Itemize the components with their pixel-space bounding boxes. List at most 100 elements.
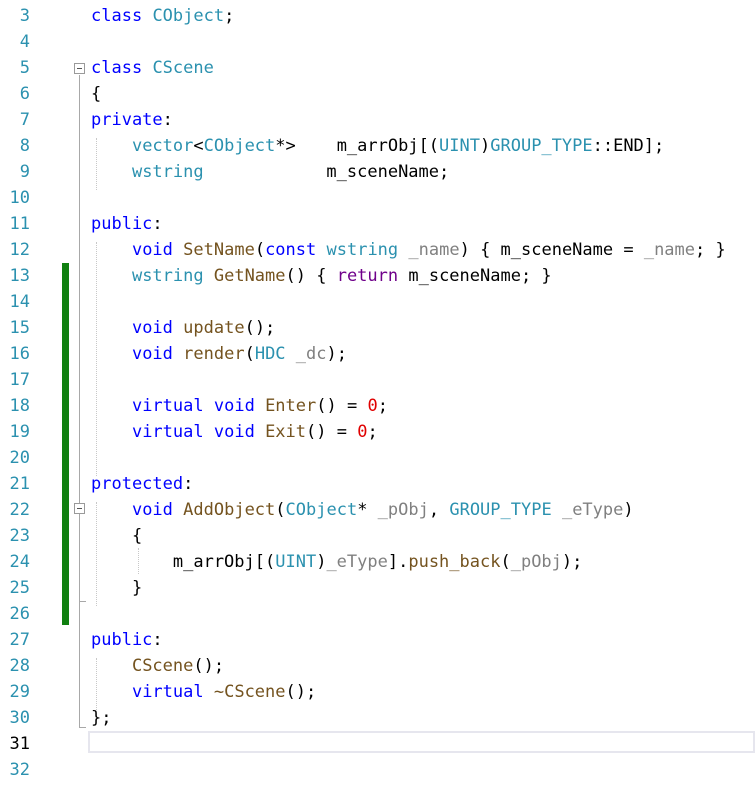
code-token: *: [357, 500, 378, 520]
code-line[interactable]: void render(HDC _dc);: [91, 341, 347, 367]
code-token: private: [91, 110, 163, 130]
code-token: ::END];: [592, 136, 665, 156]
code-token: () =: [316, 396, 368, 416]
code-token: virtual: [131, 682, 204, 702]
line-number: 14: [9, 292, 30, 312]
code-token: _eType: [326, 552, 388, 572]
current-line-highlight: [88, 731, 755, 753]
code-line[interactable]: wstring GetName() { return m_sceneName; …: [91, 263, 552, 289]
line-number: 8: [19, 136, 30, 156]
code-token: vector: [131, 136, 194, 156]
code-token: ;: [377, 396, 388, 416]
code-line[interactable]: public:: [91, 211, 163, 237]
line-number: 11: [9, 214, 30, 234]
code-token: protected: [91, 474, 184, 494]
code-token: public: [91, 214, 153, 234]
code-token: 0: [357, 422, 368, 442]
code-token: <: [193, 136, 204, 156]
code-token: _dc: [295, 344, 327, 364]
code-line[interactable]: m_arrObj[(UINT)_eType].push_back(_pObj);: [91, 549, 583, 575]
line-number: 16: [9, 344, 30, 364]
code-token: CObject: [285, 500, 358, 520]
code-token: (: [275, 500, 286, 520]
code-line[interactable]: wstring m_sceneName;: [91, 159, 449, 185]
code-token: push_back: [408, 552, 501, 572]
code-token: m_sceneName;: [203, 162, 450, 182]
code-token: GROUP_TYPE: [490, 136, 593, 156]
code-line[interactable]: };: [91, 705, 111, 731]
code-token: render: [183, 344, 245, 364]
code-line[interactable]: {: [91, 81, 101, 107]
code-token: () {: [285, 266, 337, 286]
line-number: 17: [9, 370, 30, 390]
code-editor[interactable]: 3 4 5 6 7 8 9 10 11 12 13 14 15 16 17 18 19 20 21 22 23 24 25 2…: [0, 0, 755, 785]
code-token: HDC: [254, 344, 286, 364]
code-token: };: [91, 708, 112, 728]
line-number: 21: [9, 474, 30, 494]
code-token: CObject: [152, 6, 225, 26]
outline-end-function: [79, 601, 86, 602]
code-line[interactable]: {: [91, 523, 142, 549]
line-number: 3: [19, 6, 30, 26]
code-line[interactable]: class CScene: [91, 55, 214, 81]
code-line[interactable]: void AddObject(CObject* _pObj, GROUP_TYP…: [91, 497, 634, 523]
line-number: 10: [9, 188, 30, 208]
code-line[interactable]: private:: [91, 107, 173, 133]
code-token: {: [91, 526, 143, 546]
code-line[interactable]: class CObject;: [91, 3, 234, 29]
line-number: 9: [19, 162, 30, 182]
code-token: virtual: [131, 422, 204, 442]
code-token: *> m_arrObj[(: [275, 136, 440, 156]
line-number: 31: [9, 734, 30, 754]
code-line[interactable]: virtual void Exit() = 0;: [91, 419, 378, 445]
code-token: ();: [285, 682, 317, 702]
code-token: ].: [387, 552, 409, 572]
code-line[interactable]: public:: [91, 627, 163, 653]
code-token: return: [336, 266, 399, 286]
code-token: GetName: [213, 266, 286, 286]
line-number: 13: [9, 266, 30, 286]
collapse-function-icon[interactable]: [74, 503, 85, 514]
code-token: :: [152, 630, 163, 650]
line-number: 24: [9, 552, 30, 572]
code-line[interactable]: CScene();: [91, 653, 224, 679]
code-token: Enter: [265, 396, 317, 416]
code-token: (: [500, 552, 511, 572]
code-line[interactable]: vector<CObject*> m_arrObj[(UINT)GROUP_TY…: [91, 133, 664, 159]
code-token: ();: [244, 318, 276, 338]
line-number: 29: [9, 682, 30, 702]
code-token: UINT: [439, 136, 480, 156]
code-token: 0: [367, 396, 378, 416]
code-token: void: [131, 344, 173, 364]
code-token: m_arrObj[(: [91, 552, 276, 572]
line-number: 19: [9, 422, 30, 442]
code-line[interactable]: }: [91, 575, 142, 601]
line-number: 22: [9, 500, 30, 520]
line-number: 12: [9, 240, 30, 260]
code-token: void: [213, 396, 255, 416]
code-token: _eType: [561, 500, 624, 520]
code-token: _pObj: [510, 552, 562, 572]
code-token: CScene: [152, 58, 214, 78]
code-line[interactable]: virtual void Enter() = 0;: [91, 393, 388, 419]
code-token: wstring: [131, 162, 204, 182]
collapse-class-icon[interactable]: [74, 63, 85, 74]
code-line[interactable]: void update();: [91, 315, 275, 341]
code-token: :: [183, 474, 194, 494]
code-token: {: [91, 84, 102, 104]
code-line[interactable]: virtual ~CScene();: [91, 679, 316, 705]
code-line[interactable]: protected:: [91, 471, 193, 497]
code-token: void: [213, 422, 255, 442]
change-indicator-bar: [62, 263, 69, 625]
code-line[interactable]: void SetName(const wstring _name) { m_sc…: [91, 237, 726, 263]
code-token: wstring: [131, 266, 204, 286]
line-number: 23: [9, 526, 30, 546]
